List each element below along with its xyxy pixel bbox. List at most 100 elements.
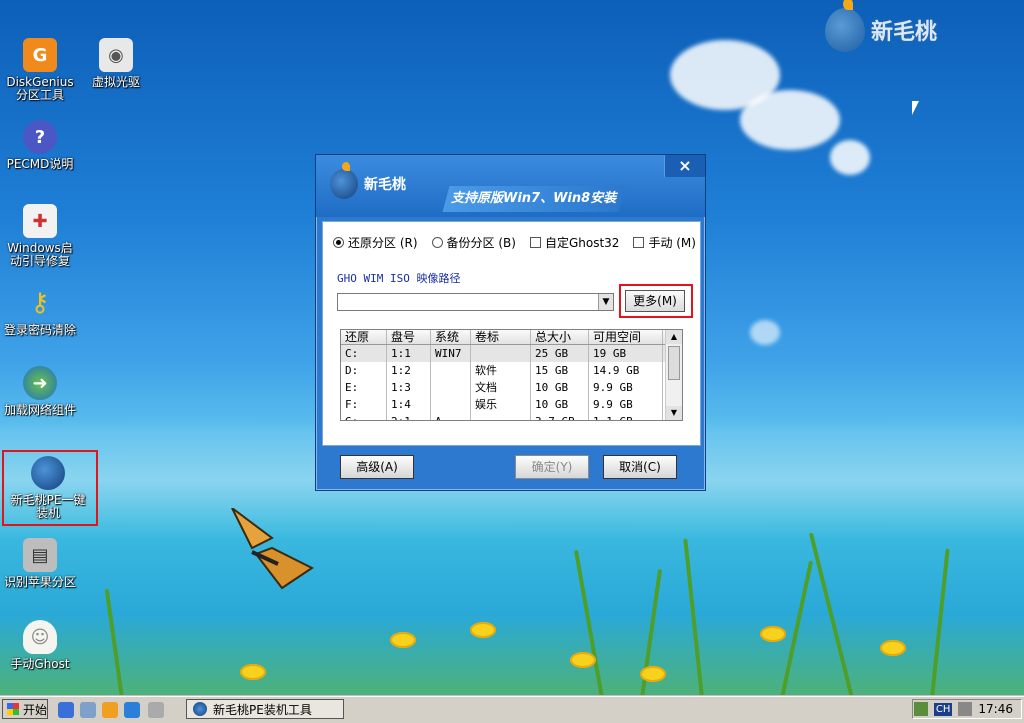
table-row[interactable]: D: 1:2 软件 15 GB 14.9 GB (341, 362, 682, 379)
scroll-down-icon[interactable]: ▼ (666, 406, 682, 420)
desktop-icon-label: 虚拟光驱 (91, 75, 140, 89)
option-label: 还原分区 (R) (348, 236, 418, 250)
toolbox-icon: ✚ (23, 204, 57, 238)
partition-table[interactable]: 还原 盘号 系统 卷标 总大小 可用空间 C: 1:1 WIN7 25 GB 1… (340, 329, 683, 421)
more-button[interactable]: 更多(M) (625, 290, 685, 312)
taskbar-item-label: 新毛桃PE装机工具 (213, 702, 312, 717)
manual-checkbox[interactable]: 手动 (M) (633, 234, 696, 251)
desktop-icon-pecmd[interactable]: ? PECMD说明 (0, 120, 80, 171)
table-cell: D: (341, 362, 387, 379)
table-cell: 软件 (471, 362, 531, 379)
table-cell: 1:4 (387, 396, 431, 413)
radio-icon (333, 237, 344, 248)
taskbar-item-pe-installer[interactable]: 新毛桃PE装机工具 (186, 699, 344, 719)
language-indicator[interactable]: CH (933, 702, 953, 716)
flower-decoration (570, 652, 596, 668)
desktop-icon-password-clear[interactable]: ⚷ 登录密码清除 (0, 286, 80, 337)
grass-decoration (808, 532, 854, 699)
column-header-system[interactable]: 系统 (431, 330, 471, 344)
quicklaunch-icon[interactable] (148, 702, 164, 718)
table-cell: 9.9 GB (589, 379, 663, 396)
table-row[interactable]: G: 2:1 A 3.7 GB 1.1 GB (341, 413, 682, 420)
butterfly-image (231, 508, 314, 590)
cancel-button[interactable]: 取消(C) (603, 455, 677, 479)
cloud-decoration (750, 320, 780, 345)
peach-logo-icon (825, 0, 865, 52)
tray-volume-icon[interactable] (958, 702, 973, 716)
backup-partition-radio[interactable]: 备份分区 (B) (431, 234, 516, 251)
table-cell (431, 396, 471, 413)
custom-ghost32-checkbox[interactable]: 自定Ghost32 (529, 234, 620, 251)
dialog-header: 新毛桃 支持原版Win7、Win8安装 × (316, 155, 705, 217)
desktop-icon-pe-install[interactable]: 新毛桃PE一键装机 (8, 456, 88, 520)
desktop-icon-diskgenius[interactable]: G DiskGenius分区工具 (0, 38, 80, 102)
restore-partition-radio[interactable]: 还原分区 (R) (333, 234, 418, 251)
desktop-icon-label: 登录密码清除 (3, 323, 76, 337)
brand-text: 新毛桃 (871, 20, 938, 45)
desktop-icon-virtual-drive[interactable]: ◉ 虚拟光驱 (76, 38, 156, 89)
table-cell: 25 GB (531, 345, 589, 362)
table-row[interactable]: E: 1:3 文档 10 GB 9.9 GB (341, 379, 682, 396)
dialog-logo: 新毛桃 (330, 162, 406, 199)
quicklaunch-icon[interactable] (124, 702, 140, 718)
table-cell: 9.9 GB (589, 396, 663, 413)
option-label: 自定Ghost32 (544, 236, 620, 250)
table-cell: C: (341, 345, 387, 362)
table-cell: 14.9 GB (589, 362, 663, 379)
desktop-icon-network[interactable]: ➜ 加载网络组件 (0, 366, 80, 417)
quicklaunch-icon[interactable] (58, 702, 74, 718)
desktop-icon-boot-repair[interactable]: ✚ Windows启动引导修复 (0, 204, 80, 268)
grass-decoration (780, 560, 814, 699)
table-row[interactable]: F: 1:4 娱乐 10 GB 9.9 GB (341, 396, 682, 413)
radio-icon (431, 237, 443, 248)
flower-decoration (640, 666, 666, 682)
column-header-label[interactable]: 卷标 (471, 330, 531, 344)
table-row[interactable]: C: 1:1 WIN7 25 GB 19 GB (341, 345, 682, 362)
column-header-total[interactable]: 总大小 (531, 330, 589, 344)
table-cell: G: (341, 413, 387, 420)
start-button[interactable]: 开始 (2, 699, 48, 719)
flower-decoration (470, 622, 496, 638)
mode-options: 还原分区 (R) 备份分区 (B) 自定Ghost32 手动 (M) (333, 234, 696, 251)
dropdown-arrow-icon[interactable]: ▼ (598, 294, 613, 310)
table-cell (431, 362, 471, 379)
scroll-up-icon[interactable]: ▲ (666, 330, 682, 344)
cloud-decoration (830, 140, 870, 175)
tray-network-icon[interactable] (913, 702, 928, 716)
table-scrollbar[interactable]: ▲ ▼ (665, 330, 682, 420)
close-button[interactable]: × (664, 155, 705, 177)
desktop-icon-label: 加载网络组件 (3, 403, 76, 417)
column-header-free[interactable]: 可用空间 (589, 330, 663, 344)
taskbar: 开始 新毛桃PE装机工具 CH 17:46 (0, 696, 1024, 723)
clock: 17:46 (978, 702, 1013, 716)
column-header-restore[interactable]: 还原 (341, 330, 387, 344)
table-cell: A (431, 413, 471, 420)
table-cell: E: (341, 379, 387, 396)
checkbox-icon (633, 237, 645, 248)
image-path-combobox[interactable]: ▼ (337, 293, 614, 311)
table-cell (471, 345, 531, 362)
quicklaunch-icon[interactable] (80, 702, 96, 718)
grass-decoration (930, 548, 950, 699)
desktop-icon-label: DiskGenius分区工具 (6, 75, 74, 102)
desktop-icon-manual-ghost[interactable]: ☺ 手动Ghost (0, 620, 80, 671)
desktop-icon-label: PECMD说明 (6, 157, 74, 171)
ok-button[interactable]: 确定(Y) (515, 455, 589, 479)
column-header-disk[interactable]: 盘号 (387, 330, 431, 344)
advanced-button[interactable]: 高级(A) (340, 455, 414, 479)
cd-drive-icon: ◉ (99, 38, 133, 72)
system-tray: CH 17:46 (912, 699, 1022, 719)
desktop-icon-apple-partition[interactable]: ▤ 识别苹果分区 (0, 538, 80, 589)
grass-decoration (573, 549, 604, 699)
ghost-icon: ☺ (23, 620, 57, 654)
desktop-icon-label: Windows启动引导修复 (7, 241, 73, 268)
table-cell: 文档 (471, 379, 531, 396)
checkbox-icon (529, 237, 541, 248)
key-icon: ⚷ (30, 287, 50, 318)
hard-disk-icon: ▤ (23, 538, 57, 572)
dialog-banner-text: 支持原版Win7、Win8安装 (451, 191, 617, 206)
table-cell: 娱乐 (471, 396, 531, 413)
scroll-thumb[interactable] (668, 346, 680, 380)
table-cell: F: (341, 396, 387, 413)
quicklaunch-icon[interactable] (102, 702, 118, 718)
